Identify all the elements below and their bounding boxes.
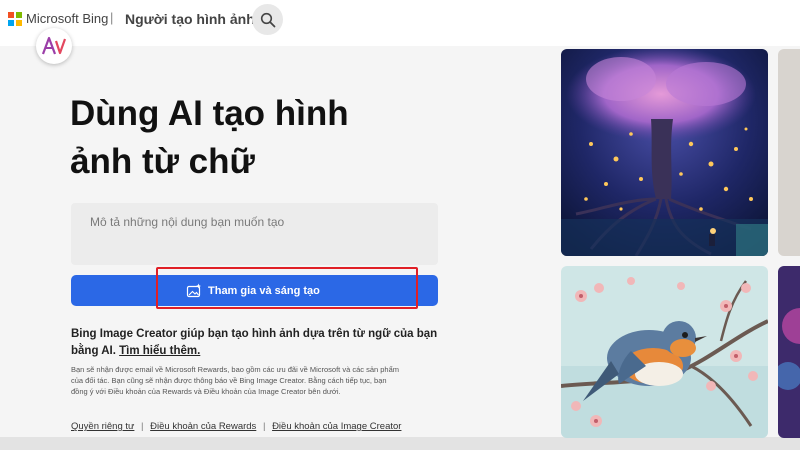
rewards-terms-link[interactable]: Điều khoản của Rewards — [150, 421, 256, 432]
brand-name[interactable]: Microsoft Bing — [26, 11, 108, 26]
gallery-image-bird-blossom[interactable] — [561, 266, 768, 438]
microsoft-logo-icon[interactable] — [8, 12, 22, 26]
bottom-strip — [0, 437, 800, 450]
privacy-link[interactable]: Quyền riêng tư — [71, 421, 134, 432]
join-button-label: Tham gia và sáng tạo — [208, 285, 320, 297]
header-separator: | — [110, 10, 114, 25]
rewards-avatar[interactable] — [36, 28, 72, 64]
page-title[interactable]: Người tạo hình ảnh — [125, 11, 255, 27]
join-button-content[interactable]: Tham gia và sáng tạo — [186, 283, 320, 299]
top-header: Microsoft Bing | Người tạo hình ảnh — [0, 0, 800, 46]
prompt-input[interactable] — [71, 207, 438, 237]
hero-line-1: Dùng AI tạo hình — [70, 94, 349, 133]
creator-terms-link[interactable]: Điều khoản của Image Creator — [272, 421, 401, 432]
image-sparkle-icon — [186, 283, 201, 298]
learn-more-link[interactable]: Tìm hiểu thêm. — [119, 345, 200, 357]
hero-heading: Dùng AI tạo hình ảnh từ chữ — [70, 90, 430, 186]
rewards-avatar-icon — [41, 36, 67, 55]
search-icon — [260, 12, 275, 27]
gallery-image-fantasy-tree[interactable] — [561, 49, 768, 256]
description: Bing Image Creator giúp bạn tạo hình ảnh… — [71, 326, 451, 360]
fine-print: Bạn sẽ nhận được email về Microsoft Rewa… — [71, 365, 400, 396]
link-separator: | — [262, 421, 266, 432]
link-separator: | — [141, 421, 144, 432]
gallery-image-partial-right-top[interactable] — [778, 49, 800, 256]
gallery-image-partial-right-bottom[interactable] — [778, 266, 800, 438]
hero-line-2: ảnh từ chữ — [70, 142, 255, 181]
footer-links: Quyền riêng tư | Điều khoản của Rewards … — [71, 421, 401, 432]
search-button[interactable] — [252, 4, 283, 35]
prompt-box — [71, 203, 438, 265]
